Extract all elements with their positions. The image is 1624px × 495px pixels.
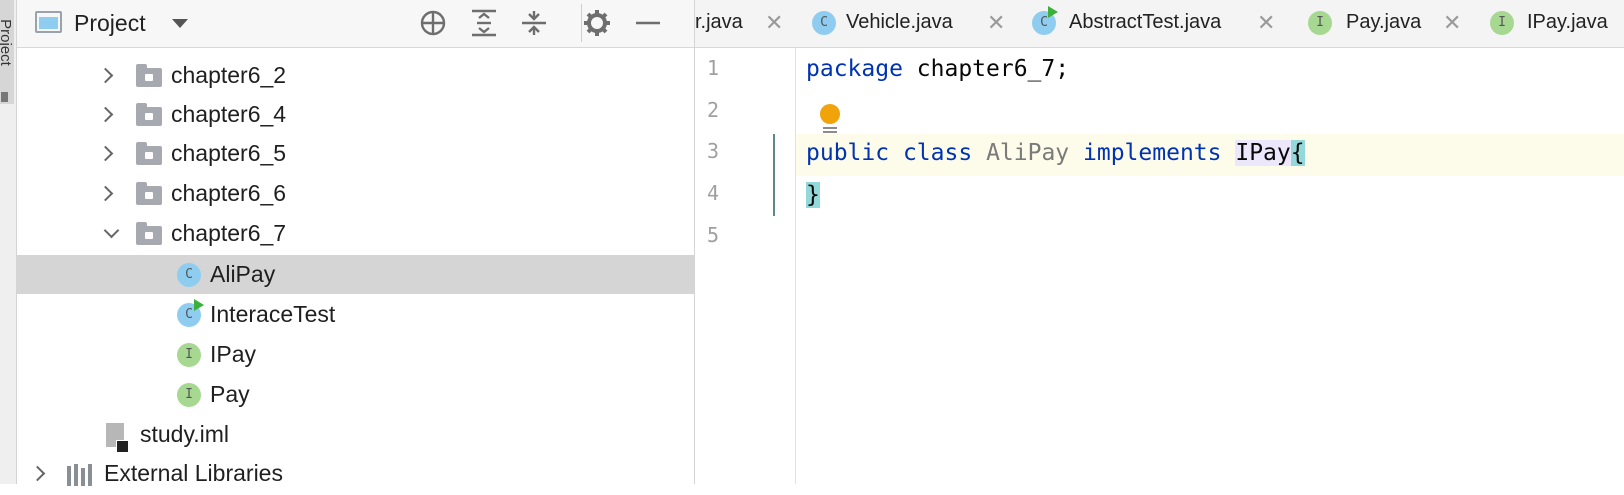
change-marker [773, 134, 775, 216]
collapse-all-icon[interactable] [519, 8, 549, 38]
tree-item-chapter6_5[interactable]: chapter6_5 [17, 135, 694, 174]
tool-window-strip: Project [0, 0, 17, 484]
keyword-implements: implements [1083, 140, 1222, 166]
tree-item-ipay[interactable]: I IPay [17, 335, 694, 374]
keyword-package: package [806, 56, 903, 82]
interface-icon: I [177, 383, 201, 407]
crosshair-icon[interactable] [418, 8, 448, 38]
tree-item-interacetest[interactable]: C InteraceTest [17, 295, 694, 334]
tab-label: AbstractTest.java [1069, 11, 1222, 33]
close-icon[interactable]: ✕ [1443, 10, 1461, 36]
chevron-right-icon[interactable] [97, 185, 114, 202]
class-icon: C [812, 11, 836, 35]
gear-icon[interactable] [582, 8, 612, 38]
project-panel: Project chapter6_2 chapter6_4 chapter6_5… [17, 0, 695, 486]
close-brace: } [806, 182, 820, 208]
tree-item-label: chapter6_7 [171, 220, 287, 246]
tab-ipay-java[interactable]: I IPay.java [1490, 0, 1624, 47]
tab-label: Pay.java [1346, 11, 1422, 33]
tree-item-alipay[interactable]: C AliPay [17, 255, 694, 294]
close-icon[interactable]: ✕ [1257, 10, 1275, 36]
minimize-icon[interactable] [633, 8, 663, 38]
tree-item-label: chapter6_4 [171, 101, 287, 127]
tree-item-label: IPay [210, 341, 257, 367]
keyword-public: public [806, 140, 890, 166]
line-number: 2 [707, 98, 720, 122]
tree-item-chapter6_2[interactable]: chapter6_2 [17, 57, 694, 96]
chevron-right-icon[interactable] [97, 67, 114, 84]
close-icon[interactable]: ✕ [987, 10, 1005, 36]
tree-item-external-libraries[interactable]: External Libraries [17, 456, 694, 495]
code-editor[interactable] [796, 48, 1624, 484]
tree-item-chapter6_4[interactable]: chapter6_4 [17, 96, 694, 135]
class-icon: C [177, 263, 201, 287]
tree-item-label: External Libraries [104, 460, 283, 486]
package-name: chapter6_7; [902, 56, 1070, 82]
run-marker-icon [1048, 6, 1058, 18]
close-icon[interactable]: ✕ [765, 10, 783, 36]
module-file-icon [106, 423, 129, 453]
code-line-1: package chapter6_7; [806, 56, 1069, 82]
package-folder-icon [136, 182, 162, 205]
chevron-right-icon[interactable] [97, 145, 114, 162]
tree-item-chapter6_6[interactable]: chapter6_6 [17, 175, 694, 214]
tree-item-label: InteraceTest [210, 301, 336, 327]
project-view-icon [35, 11, 62, 33]
tree-item-label: chapter6_6 [171, 180, 287, 206]
project-panel-header: Project [17, 0, 694, 48]
line-number: 4 [707, 181, 720, 205]
run-marker-icon [194, 299, 204, 311]
tree-item-label: study.iml [140, 421, 230, 447]
interface-icon: I [1490, 11, 1514, 35]
code-line-3: public class AliPay implements IPay{ [806, 140, 1305, 166]
tool-window-label: Project [0, 19, 14, 66]
chevron-right-icon[interactable] [29, 465, 46, 482]
line-number: 3 [707, 139, 720, 163]
tab-abstracttest-java[interactable]: C AbstractTest.java ✕ [1032, 0, 1307, 47]
class-name: AliPay [986, 140, 1070, 166]
tree-item-label: AliPay [210, 261, 276, 287]
chevron-right-icon[interactable] [97, 106, 114, 123]
tree-item-label: chapter6_2 [171, 62, 287, 88]
tree-item-chapter6_7[interactable]: chapter6_7 [17, 215, 694, 254]
package-folder-icon [136, 222, 162, 245]
tab-pay-java[interactable]: I Pay.java ✕ [1308, 0, 1473, 47]
code-line-4: } [806, 182, 820, 208]
lightbulb-icon[interactable] [819, 104, 841, 136]
expand-all-icon[interactable] [469, 8, 499, 38]
chevron-down-icon[interactable] [103, 222, 120, 239]
tree-item-pay[interactable]: I Pay [17, 375, 694, 414]
editor-gutter: 1 2 3 4 5 [695, 48, 796, 484]
keyword-class: class [902, 140, 973, 166]
interface-reference: IPay [1235, 140, 1291, 166]
line-number: 1 [707, 56, 720, 80]
tab-label: r.java [695, 11, 743, 33]
tab-vehicle-java[interactable]: C Vehicle.java ✕ [812, 0, 1017, 47]
line-number: 5 [707, 223, 720, 247]
tree-item-label: chapter6_5 [171, 140, 287, 166]
tool-window-marker [1, 92, 8, 102]
package-folder-icon [136, 103, 162, 126]
tab-label: IPay.java [1527, 11, 1608, 33]
interface-icon: I [177, 343, 201, 367]
tab-r-java[interactable]: r.java ✕ [695, 0, 798, 47]
open-brace: { [1290, 140, 1305, 166]
tab-label: Vehicle.java [846, 11, 953, 33]
package-folder-icon [136, 142, 162, 165]
project-panel-title[interactable]: Project [74, 10, 146, 37]
project-tool-window-button[interactable]: Project [0, 0, 14, 104]
tree-item-label: Pay [210, 381, 250, 407]
interface-icon: I [1308, 11, 1332, 35]
package-folder-icon [136, 64, 162, 87]
tree-item-study-iml[interactable]: study.iml [17, 416, 694, 455]
libraries-icon [67, 464, 97, 486]
chevron-down-icon[interactable] [172, 19, 188, 28]
editor-tab-bar: r.java ✕ C Vehicle.java ✕ C AbstractTest… [695, 0, 1624, 48]
